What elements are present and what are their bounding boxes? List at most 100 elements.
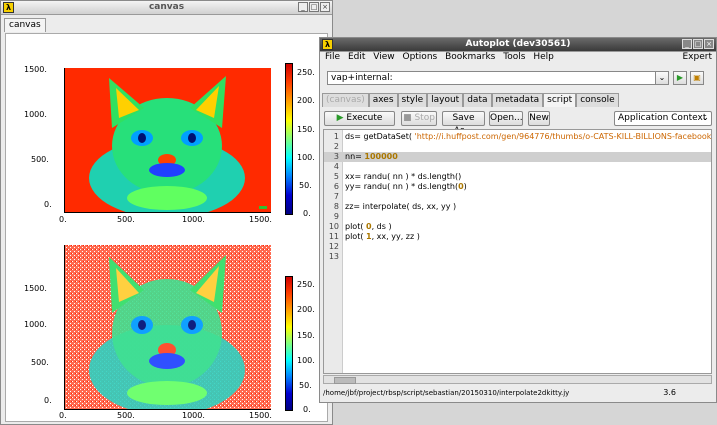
minimize-icon[interactable]: _ [298,2,308,12]
code-line[interactable]: 10 plot( 0, ds ) [324,222,711,232]
line-number: 13 [328,252,339,261]
code-line[interactable]: 3 nn= 100000 [324,152,711,162]
code-line[interactable]: 2 [324,142,711,152]
menu-expert[interactable]: Expert [683,52,713,62]
y-tick-label: 1500. [24,284,47,293]
script-editor[interactable]: 1 ds= getDataSet( 'http://i.huffpost.com/… [323,129,712,374]
canvas-window: λ canvas _ □ × canvas 1500. 1000. 500. 0… [0,0,333,425]
code-line[interactable]: 9 [324,212,711,222]
autoplot-titlebar[interactable]: λ Autoplot (dev30561) _ □ × [320,38,716,52]
tab-style[interactable]: style [397,93,428,107]
canvas-titlebar[interactable]: λ canvas _ □ × [1,1,332,15]
tab-layout[interactable]: layout [427,93,464,107]
chevron-down-icon: ⌄ [701,113,709,123]
colorbar-tick-label: 100. [297,356,315,365]
play-icon: ▶ [336,113,347,123]
line-number: 7 [333,192,339,201]
menu-bar: File Edit View Options Bookmarks Tools H… [320,52,716,64]
line-number: 11 [328,232,339,241]
line-number: 1 [333,132,339,141]
menu-view[interactable]: View [373,52,394,62]
colorbar-tick-label: 150. [297,331,315,340]
horizontal-scrollbar[interactable] [323,375,712,384]
x-tick-label: 1500. [249,215,272,224]
code-line[interactable]: 4 [324,162,711,172]
menu-bookmarks[interactable]: Bookmarks [445,52,495,62]
x-tick-label: 1000. [182,215,205,224]
code-text: xx= randu( nn ) * ds.length() [345,172,462,181]
line-number: 8 [333,202,339,211]
code-line[interactable]: 1 ds= getDataSet( 'http://i.huffpost.com/… [324,132,711,142]
stop-label: Stop [414,113,435,123]
save-as-button[interactable]: Save As... [442,111,485,136]
x-tick-label: 0. [59,411,67,420]
stop-button[interactable]: ■ Stop [401,111,437,126]
x-tick-label: 0. [59,215,67,224]
browse-folder-icon[interactable]: ▣ [690,71,704,85]
code-line[interactable]: 8 zz= interpolate( ds, xx, yy ) [324,202,711,212]
code-line[interactable]: 11 plot( 1, xx, yy, zz ) [324,232,711,242]
cursor-position: 3.6 [663,388,676,397]
code-line[interactable]: 6 yy= randu( nn ) * ds.length(0) [324,182,711,192]
scrollbar-thumb[interactable] [334,377,356,384]
tab-canvas[interactable]: (canvas) [322,93,369,107]
code-line[interactable]: 12 [324,242,711,252]
new-button[interactable]: New [528,111,550,126]
autoplot-window: λ Autoplot (dev30561) _ □ × File Edit Vi… [319,37,717,403]
menu-options[interactable]: Options [402,52,437,62]
y-tick-label: 0. [44,396,52,405]
tab-console[interactable]: console [576,93,619,107]
maximize-icon[interactable]: □ [693,39,703,49]
line-number: 12 [328,242,339,251]
spectrogram-image [64,68,271,212]
open-button[interactable]: Open... [489,111,523,126]
code-text: nn= 100000 [345,152,398,161]
line-number: 3 [333,152,339,161]
y-axis [64,68,65,213]
tab-bar: (canvas) axes style layout data metadata… [322,93,619,107]
menu-file[interactable]: File [325,52,340,62]
x-tick-label: 1000. [182,411,205,420]
line-number: 10 [328,222,339,231]
menu-help[interactable]: Help [533,52,554,62]
tab-script[interactable]: script [543,93,577,107]
y-tick-label: 500. [31,155,49,164]
x-axis [64,212,271,213]
tab-canvas[interactable]: canvas [4,18,46,32]
minimize-icon[interactable]: _ [682,39,692,49]
line-number: 4 [333,162,339,171]
colorbar-tick-label: 50. [299,181,312,190]
menu-tools[interactable]: Tools [503,52,525,62]
menu-edit[interactable]: Edit [348,52,365,62]
x-tick-label: 500. [117,215,135,224]
maximize-icon[interactable]: □ [309,2,319,12]
code-line[interactable]: 5 xx= randu( nn ) * ds.length() [324,172,711,182]
top-plot[interactable]: 1500. 1000. 500. 0. 0. 500. 1000. 1500. … [6,34,327,224]
line-number: 6 [333,182,339,191]
context-select[interactable]: Application Context ⌄ [614,111,712,126]
uri-input[interactable]: vap+internal: [327,71,657,85]
plot-panel[interactable]: 1500. 1000. 500. 0. 0. 500. 1000. 1500. … [5,33,328,422]
y-axis [64,245,65,410]
autoplot-window-title: Autoplot (dev30561) [465,39,571,49]
colorbar-tick-label: 0. [303,405,311,414]
scatter-image [64,245,271,409]
code-text: plot( 1, xx, yy, zz ) [345,232,420,241]
execute-button[interactable]: ▶ Execute [324,111,395,126]
close-icon[interactable]: × [320,2,330,12]
colorbar [285,276,293,411]
line-number: 9 [333,212,339,221]
tab-metadata[interactable]: metadata [491,93,544,107]
x-tick-label: 500. [117,411,135,420]
code-text: plot( 0, ds ) [345,222,392,231]
close-icon[interactable]: × [704,39,714,49]
code-line[interactable]: 13 [324,252,711,262]
tab-axes[interactable]: axes [368,93,398,107]
code-line[interactable]: 7 [324,192,711,202]
context-select-value: Application Context [618,113,707,123]
uri-dropdown-icon[interactable]: ⌄ [655,71,669,85]
y-tick-label: 500. [31,358,49,367]
tab-data[interactable]: data [463,93,492,107]
go-play-icon[interactable]: ▶ [673,71,687,85]
bottom-plot[interactable]: 1500. 1000. 500. 0. 0. 500. 1000. 1500. … [6,224,327,420]
